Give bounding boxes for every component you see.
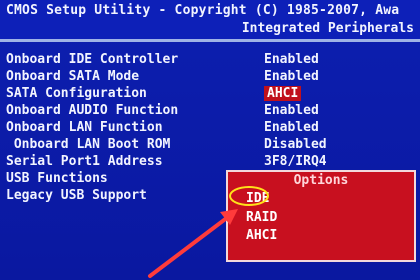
header-subtitle: Integrated Peripherals bbox=[241, 21, 414, 36]
setting-value-selected[interactable]: AHCI bbox=[264, 86, 302, 101]
setting-row-serial-port1-address[interactable]: Serial Port1 Address 3F8/IRQ4 bbox=[6, 154, 416, 170]
setting-label: Onboard IDE Controller bbox=[6, 52, 179, 67]
setting-label: Legacy USB Support bbox=[6, 188, 147, 203]
setting-row-sata-configuration[interactable]: SATA Configuration AHCI bbox=[6, 86, 416, 102]
header-bar: CMOS Setup Utility - Copyright (C) 1985-… bbox=[0, 0, 420, 42]
setting-value[interactable]: 3F8/IRQ4 bbox=[264, 154, 327, 169]
option-raid[interactable]: RAID bbox=[246, 210, 277, 225]
setting-label: Onboard AUDIO Function bbox=[6, 103, 179, 118]
setting-label: SATA Configuration bbox=[6, 86, 147, 101]
highlight-ellipse-annotation bbox=[229, 186, 269, 206]
setting-value[interactable]: Enabled bbox=[264, 120, 319, 135]
setting-label: Onboard LAN Boot ROM bbox=[6, 137, 171, 152]
setting-value[interactable]: Disabled bbox=[264, 137, 327, 152]
setting-label: Serial Port1 Address bbox=[6, 154, 163, 169]
setting-value[interactable]: Enabled bbox=[264, 69, 319, 84]
options-popup: Options IDE RAID AHCI bbox=[226, 170, 416, 262]
option-ahci[interactable]: AHCI bbox=[246, 228, 277, 243]
setting-row-onboard-lan-function[interactable]: Onboard LAN Function Enabled bbox=[6, 120, 416, 136]
header-title: CMOS Setup Utility - Copyright (C) 1985-… bbox=[6, 3, 400, 18]
setting-label: Onboard LAN Function bbox=[6, 120, 163, 135]
setting-value[interactable]: Enabled bbox=[264, 52, 319, 67]
setting-row-onboard-ide-controller[interactable]: Onboard IDE Controller Enabled bbox=[6, 52, 416, 68]
setting-row-onboard-lan-boot-rom[interactable]: Onboard LAN Boot ROM Disabled bbox=[6, 137, 416, 153]
setting-value[interactable]: Enabled bbox=[264, 103, 319, 118]
setting-row-onboard-sata-mode[interactable]: Onboard SATA Mode Enabled bbox=[6, 69, 416, 85]
setting-label: Onboard SATA Mode bbox=[6, 69, 140, 84]
bios-screen: CMOS Setup Utility - Copyright (C) 1985-… bbox=[0, 0, 420, 280]
setting-label: USB Functions bbox=[6, 171, 108, 186]
setting-row-onboard-audio-function[interactable]: Onboard AUDIO Function Enabled bbox=[6, 103, 416, 119]
